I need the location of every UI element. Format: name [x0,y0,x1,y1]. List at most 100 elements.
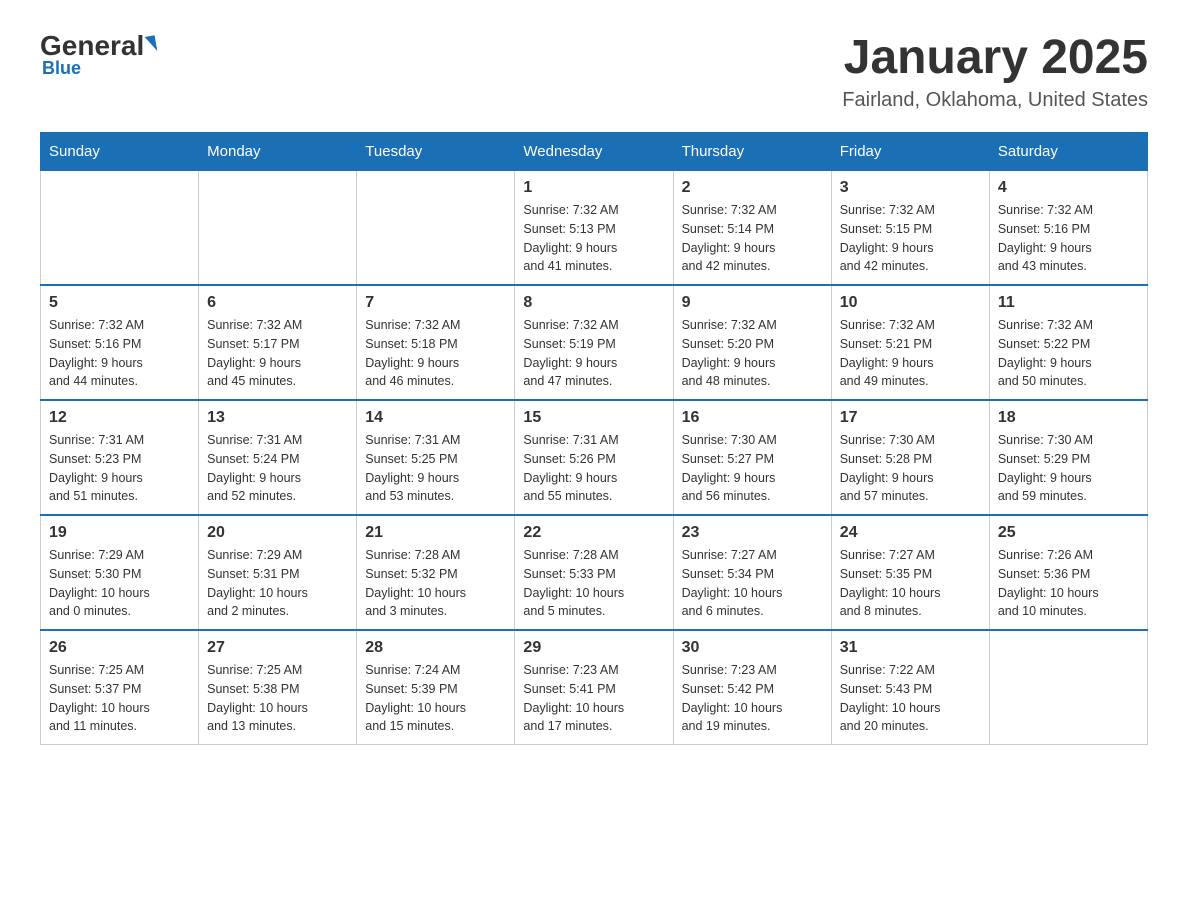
calendar-cell: 22 Sunrise: 7:28 AMSunset: 5:33 PMDayligh… [515,515,673,630]
day-info: Sunrise: 7:32 AMSunset: 5:14 PMDaylight:… [682,201,823,276]
day-info: Sunrise: 7:32 AMSunset: 5:20 PMDaylight:… [682,316,823,391]
day-info: Sunrise: 7:32 AMSunset: 5:17 PMDaylight:… [207,316,348,391]
calendar-cell: 28 Sunrise: 7:24 AMSunset: 5:39 PMDayligh… [357,630,515,745]
calendar-week-row: 1Sunrise: 7:32 AMSunset: 5:13 PMDaylight… [41,171,1148,286]
day-info: Sunrise: 7:32 AMSunset: 5:21 PMDaylight:… [840,316,981,391]
page-subtitle: Fairland, Oklahoma, United States [842,89,1148,112]
calendar-cell: 5Sunrise: 7:32 AMSunset: 5:16 PMDaylight… [41,285,199,400]
calendar-cell [199,171,357,286]
calendar-cell: 1Sunrise: 7:32 AMSunset: 5:13 PMDaylight… [515,171,673,286]
calendar-cell: 15 Sunrise: 7:31 AMSunset: 5:26 PMDayligh… [515,400,673,515]
calendar-cell: 23Sunrise: 7:27 AMSunset: 5:34 PMDayligh… [673,515,831,630]
day-info: Sunrise: 7:32 AMSunset: 5:22 PMDaylight:… [998,316,1139,391]
calendar-cell: 9 Sunrise: 7:32 AMSunset: 5:20 PMDaylight… [673,285,831,400]
calendar-cell [357,171,515,286]
day-info: Sunrise: 7:29 AMSunset: 5:30 PMDaylight:… [49,546,190,621]
day-info: Sunrise: 7:32 AMSunset: 5:16 PMDaylight:… [49,316,190,391]
calendar-cell: 11 Sunrise: 7:32 AMSunset: 5:22 PMDayligh… [989,285,1147,400]
calendar-cell: 2 Sunrise: 7:32 AMSunset: 5:14 PMDaylight… [673,171,831,286]
page-title: January 2025 [842,30,1148,85]
day-info: Sunrise: 7:25 AMSunset: 5:38 PMDaylight:… [207,661,348,736]
logo: General Blue [40,30,156,79]
day-info: Sunrise: 7:28 AMSunset: 5:33 PMDaylight:… [523,546,664,621]
day-info: Sunrise: 7:31 AMSunset: 5:23 PMDaylight:… [49,431,190,506]
day-number: 19 [49,524,190,542]
day-number: 15 [523,409,664,427]
calendar-week-row: 12 Sunrise: 7:31 AMSunset: 5:23 PMDayligh… [41,400,1148,515]
calendar-cell: 30Sunrise: 7:23 AMSunset: 5:42 PMDayligh… [673,630,831,745]
weekday-header-sunday: Sunday [41,133,199,171]
calendar-week-row: 19 Sunrise: 7:29 AMSunset: 5:30 PMDayligh… [41,515,1148,630]
calendar-cell: 31 Sunrise: 7:22 AMSunset: 5:43 PMDayligh… [831,630,989,745]
day-number: 8 [523,294,664,312]
day-number: 13 [207,409,348,427]
day-info: Sunrise: 7:22 AMSunset: 5:43 PMDaylight:… [840,661,981,736]
weekday-header-wednesday: Wednesday [515,133,673,171]
day-number: 11 [998,294,1139,312]
day-info: Sunrise: 7:30 AMSunset: 5:29 PMDaylight:… [998,431,1139,506]
logo-triangle-icon [145,35,158,52]
day-number: 7 [365,294,506,312]
calendar-cell: 24Sunrise: 7:27 AMSunset: 5:35 PMDayligh… [831,515,989,630]
day-info: Sunrise: 7:28 AMSunset: 5:32 PMDaylight:… [365,546,506,621]
day-info: Sunrise: 7:32 AMSunset: 5:16 PMDaylight:… [998,201,1139,276]
calendar-cell: 27 Sunrise: 7:25 AMSunset: 5:38 PMDayligh… [199,630,357,745]
day-info: Sunrise: 7:32 AMSunset: 5:19 PMDaylight:… [523,316,664,391]
day-number: 25 [998,524,1139,542]
day-info: Sunrise: 7:30 AMSunset: 5:28 PMDaylight:… [840,431,981,506]
day-info: Sunrise: 7:31 AMSunset: 5:25 PMDaylight:… [365,431,506,506]
day-number: 26 [49,639,190,657]
calendar-cell [41,171,199,286]
day-number: 2 [682,179,823,197]
day-number: 22 [523,524,664,542]
calendar-week-row: 5Sunrise: 7:32 AMSunset: 5:16 PMDaylight… [41,285,1148,400]
day-number: 12 [49,409,190,427]
day-number: 6 [207,294,348,312]
day-number: 23 [682,524,823,542]
calendar-cell: 19 Sunrise: 7:29 AMSunset: 5:30 PMDayligh… [41,515,199,630]
day-number: 30 [682,639,823,657]
day-number: 3 [840,179,981,197]
day-number: 9 [682,294,823,312]
weekday-header-monday: Monday [199,133,357,171]
day-info: Sunrise: 7:31 AMSunset: 5:24 PMDaylight:… [207,431,348,506]
weekday-header-friday: Friday [831,133,989,171]
calendar-cell: 12 Sunrise: 7:31 AMSunset: 5:23 PMDayligh… [41,400,199,515]
calendar-cell: 21 Sunrise: 7:28 AMSunset: 5:32 PMDayligh… [357,515,515,630]
calendar-table: SundayMondayTuesdayWednesdayThursdayFrid… [40,132,1148,745]
day-info: Sunrise: 7:32 AMSunset: 5:13 PMDaylight:… [523,201,664,276]
calendar-cell: 20Sunrise: 7:29 AMSunset: 5:31 PMDayligh… [199,515,357,630]
day-number: 27 [207,639,348,657]
calendar-cell: 4 Sunrise: 7:32 AMSunset: 5:16 PMDaylight… [989,171,1147,286]
calendar-cell: 7 Sunrise: 7:32 AMSunset: 5:18 PMDaylight… [357,285,515,400]
day-info: Sunrise: 7:31 AMSunset: 5:26 PMDaylight:… [523,431,664,506]
logo-blue-text: Blue [42,58,81,79]
calendar-cell: 29Sunrise: 7:23 AMSunset: 5:41 PMDayligh… [515,630,673,745]
weekday-header-tuesday: Tuesday [357,133,515,171]
calendar-cell: 25 Sunrise: 7:26 AMSunset: 5:36 PMDayligh… [989,515,1147,630]
day-info: Sunrise: 7:24 AMSunset: 5:39 PMDaylight:… [365,661,506,736]
calendar-week-row: 26 Sunrise: 7:25 AMSunset: 5:37 PMDayligh… [41,630,1148,745]
weekday-header-thursday: Thursday [673,133,831,171]
title-area: January 2025 Fairland, Oklahoma, United … [842,30,1148,112]
day-number: 28 [365,639,506,657]
calendar-cell: 8 Sunrise: 7:32 AMSunset: 5:19 PMDaylight… [515,285,673,400]
day-number: 4 [998,179,1139,197]
calendar-cell: 18Sunrise: 7:30 AMSunset: 5:29 PMDayligh… [989,400,1147,515]
day-number: 10 [840,294,981,312]
header: General Blue January 2025 Fairland, Okla… [40,30,1148,112]
day-number: 21 [365,524,506,542]
day-number: 31 [840,639,981,657]
calendar-cell: 3 Sunrise: 7:32 AMSunset: 5:15 PMDaylight… [831,171,989,286]
day-info: Sunrise: 7:26 AMSunset: 5:36 PMDaylight:… [998,546,1139,621]
day-info: Sunrise: 7:32 AMSunset: 5:15 PMDaylight:… [840,201,981,276]
day-number: 16 [682,409,823,427]
day-info: Sunrise: 7:32 AMSunset: 5:18 PMDaylight:… [365,316,506,391]
weekday-header-saturday: Saturday [989,133,1147,171]
day-number: 20 [207,524,348,542]
day-info: Sunrise: 7:27 AMSunset: 5:35 PMDaylight:… [840,546,981,621]
calendar-cell: 10 Sunrise: 7:32 AMSunset: 5:21 PMDayligh… [831,285,989,400]
day-number: 17 [840,409,981,427]
day-info: Sunrise: 7:25 AMSunset: 5:37 PMDaylight:… [49,661,190,736]
calendar-cell: 26 Sunrise: 7:25 AMSunset: 5:37 PMDayligh… [41,630,199,745]
